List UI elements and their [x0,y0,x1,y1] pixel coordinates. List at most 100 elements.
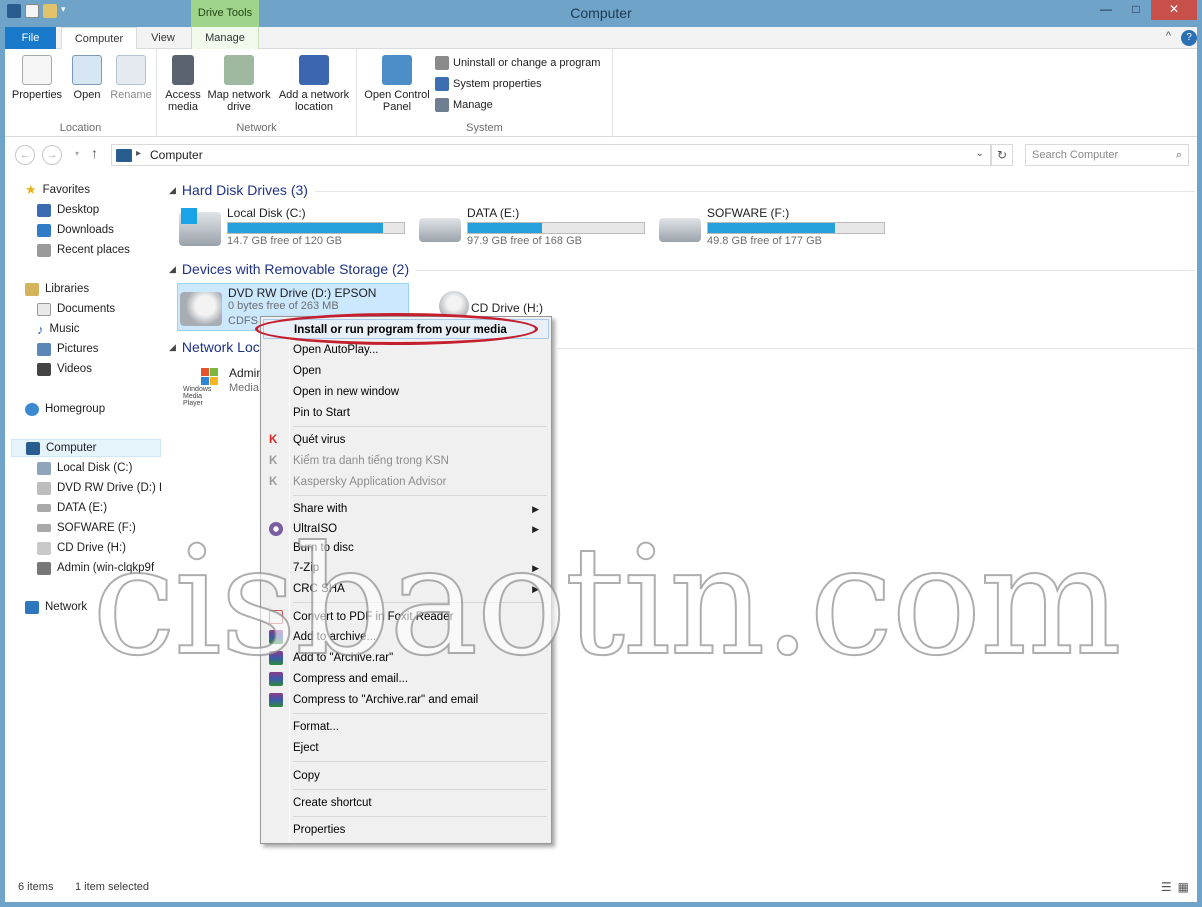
recent-locations-chevron-icon[interactable]: ▾ [67,145,87,165]
back-button[interactable]: ← [15,145,35,165]
minimize-button[interactable]: — [1091,0,1121,20]
sidebar-item-admin[interactable]: Admin (win-clqkp9f [37,559,161,577]
menu-separator [293,816,547,817]
menu-item-convert-pdf[interactable]: Convert to PDF in Foxit Reader [263,607,549,627]
sidebar-item-label: SOFWARE (F:) [57,522,136,534]
tab-view[interactable]: View [141,27,185,49]
menu-item-compress-email[interactable]: Compress and email... [263,669,549,689]
sidebar-item-documents[interactable]: Documents [37,300,115,318]
menu-item-label: Add to archive... [293,631,377,643]
system-group: Open Control Panel Uninstall or change a… [357,49,613,137]
removable-storage-header[interactable]: ◢ Devices with Removable Storage (2) [169,261,409,277]
menu-separator [293,426,547,427]
open-control-panel-label: Open Control Panel [364,89,430,113]
manage-button[interactable]: Manage [435,98,493,112]
network-location-icon [299,55,329,85]
sidebar-item-desktop[interactable]: Desktop [37,201,99,219]
menu-item-burn[interactable]: Burn to disc [263,538,549,558]
drive-e[interactable]: DATA (E:) 97.9 GB free of 168 GB [417,204,649,252]
properties-label: Properties [11,89,63,101]
menu-item-open[interactable]: Open [263,361,549,381]
breadcrumb[interactable]: Computer [150,148,203,162]
tab-file[interactable]: File [5,27,56,49]
sidebar-item-dvd[interactable]: DVD RW Drive (D:) EF [37,479,161,497]
rename-button[interactable]: Rename [109,55,153,101]
sidebar-item-downloads[interactable]: Downloads [37,221,114,239]
menu-item-create-shortcut[interactable]: Create shortcut [263,793,549,813]
menu-item-add-archive-rar[interactable]: Add to "Archive.rar" [263,648,549,668]
sidebar-item-recent[interactable]: Recent places [37,241,130,259]
open-button[interactable]: Open [67,55,107,101]
properties-button[interactable]: Properties [11,55,63,101]
refresh-button[interactable]: ↻ [991,144,1013,166]
drive-f[interactable]: SOFWARE (F:) 49.8 GB free of 177 GB [657,204,889,252]
access-media-button[interactable]: Access media [161,55,205,113]
sidebar-item-music[interactable]: ♪ Music [37,320,80,338]
drive-c[interactable]: Local Disk (C:) 14.7 GB free of 120 GB [177,204,409,252]
tiles-view-icon[interactable]: ▦ [1178,880,1189,894]
details-view-icon[interactable]: ☰ [1161,880,1172,894]
sidebar-item-label: Downloads [57,224,114,236]
menu-item-kaspersky-advisor[interactable]: K Kaspersky Application Advisor [263,472,549,492]
sidebar-item-network[interactable]: Network [25,598,87,616]
sidebar-item-label: Pictures [57,343,99,355]
open-control-panel-button[interactable]: Open Control Panel [361,55,433,113]
menu-item-eject[interactable]: Eject [263,738,549,758]
sidebar-item-label: Admin (win-clqkp9f [57,562,155,574]
sidebar-item-local-disk[interactable]: Local Disk (C:) [37,459,132,477]
close-button[interactable]: ✕ [1151,0,1197,20]
address-dropdown-icon[interactable]: ⌄ [976,148,984,159]
menu-item-scan-virus[interactable]: K Quét virus [263,430,549,450]
menu-item-compress-rar-email[interactable]: Compress to "Archive.rar" and email [263,690,549,710]
menu-item-open-new-window[interactable]: Open in new window [263,382,549,402]
hard-drive-icon [419,218,461,242]
map-network-drive-button[interactable]: Map network drive [205,55,273,113]
menu-item-format[interactable]: Format... [263,717,549,737]
sidebar-item-videos[interactable]: Videos [37,360,92,378]
sidebar-item-label: Homegroup [45,403,106,415]
menu-item-label: 7-Zip [293,562,320,574]
menu-item-copy[interactable]: Copy [263,766,549,786]
menu-item-pin-start[interactable]: Pin to Start [263,403,549,423]
maximize-button[interactable]: □ [1121,0,1151,20]
collapse-ribbon-icon[interactable]: ^ [1166,30,1171,46]
uninstall-program-button[interactable]: Uninstall or change a program [435,56,600,70]
sidebar-item-label: Videos [57,363,92,375]
forward-button[interactable]: → [42,145,62,165]
search-input[interactable]: Search Computer ⌕ [1025,144,1189,166]
menu-item-7zip[interactable]: 7-Zip ▶ [263,558,549,578]
address-bar[interactable]: ▸ Computer ⌄ [111,144,991,166]
menu-item-ksn[interactable]: K Kiểm tra danh tiếng trong KSN [263,451,549,471]
sidebar-item-libraries[interactable]: Libraries [25,280,89,298]
add-network-location-button[interactable]: Add a network location [275,55,353,113]
sidebar-item-label: Documents [57,303,116,315]
system-properties-button[interactable]: System properties [435,77,542,91]
star-icon: ★ [25,182,37,197]
windows-logo-icon [181,208,197,224]
menu-item-properties[interactable]: Properties [263,820,549,840]
network-location-header[interactable]: ◢ Network Loca [169,339,268,355]
drive-usage-bar [707,222,885,234]
sidebar-item-favorites[interactable]: ★ Favorites [25,181,90,199]
sidebar-item-cd[interactable]: CD Drive (H:) [37,539,126,557]
manage-label: Manage [453,99,493,111]
menu-item-ultraiso[interactable]: UltraISO ▶ [263,519,549,539]
navigation-pane: ★ Favorites Desktop Downloads Recent pla… [5,172,165,872]
submenu-arrow-icon: ▶ [532,524,539,534]
sidebar-item-pictures[interactable]: Pictures [37,340,99,358]
menu-item-label: Convert to PDF in Foxit Reader [293,611,454,623]
help-icon[interactable]: ? [1181,30,1197,46]
up-button[interactable]: ↑ [91,145,98,161]
sidebar-item-sofware[interactable]: SOFWARE (F:) [37,519,136,537]
sidebar-item-computer[interactable]: Computer [11,439,161,457]
uninstall-icon [435,56,449,70]
sidebar-item-homegroup[interactable]: Homegroup [25,400,105,418]
kaspersky-icon: K [269,455,278,467]
menu-item-add-archive[interactable]: Add to archive... [263,627,549,647]
menu-item-crc-sha[interactable]: CRC SHA ▶ [263,579,549,599]
hard-disk-drives-header[interactable]: ◢ Hard Disk Drives (3) [169,182,308,198]
menu-item-share-with[interactable]: Share with ▶ [263,499,549,519]
sidebar-item-data[interactable]: DATA (E:) [37,499,107,517]
tab-computer[interactable]: Computer [61,27,137,50]
tab-manage[interactable]: Manage [191,27,259,49]
